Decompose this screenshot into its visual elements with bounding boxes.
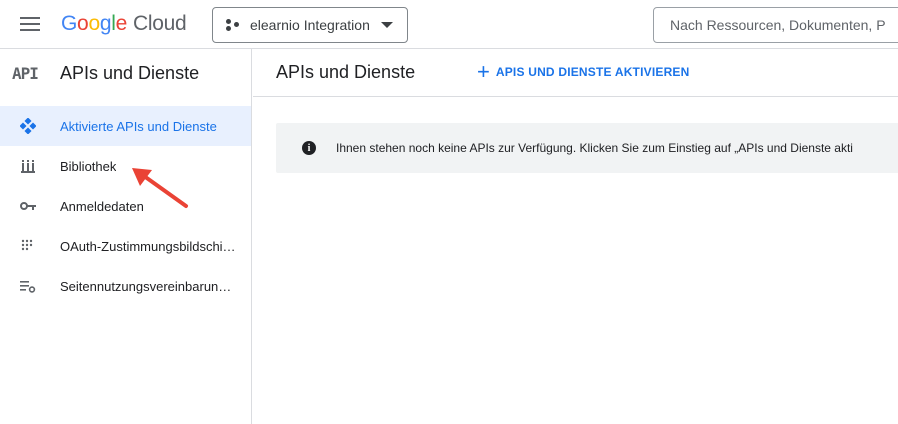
sidebar-item-label: Aktivierte APIs und Dienste <box>60 118 217 134</box>
sidebar-title: APIs und Dienste <box>60 62 200 83</box>
enable-apis-button[interactable]: + APIS UND DIENSTE AKTIVIEREN <box>477 59 690 84</box>
enable-apis-button-label: APIS UND DIENSTE AKTIVIEREN <box>495 65 690 79</box>
library-icon <box>20 158 36 174</box>
annotation-arrow-icon <box>132 168 188 208</box>
search-input[interactable] <box>670 17 898 33</box>
sidebar-item-enabled-apis[interactable]: Aktivierte APIs und Dienste <box>0 106 251 146</box>
search-bar[interactable] <box>653 7 898 43</box>
sidebar: API APIs und Dienste Aktivierte APIs und… <box>0 49 252 424</box>
project-icon <box>226 18 240 32</box>
plus-icon: + <box>477 59 490 84</box>
top-bar: Google Cloud elearnio Integration <box>0 0 898 49</box>
key-icon <box>20 198 36 214</box>
list-settings-icon <box>20 278 36 294</box>
api-icon: API <box>12 63 39 83</box>
chevron-down-icon <box>381 22 393 28</box>
main-header: APIs und Dienste + APIS UND DIENSTE AKTI… <box>253 49 898 97</box>
sidebar-item-page-usage-agreements[interactable]: Seitennutzungsvereinbarung… <box>0 266 251 306</box>
project-picker[interactable]: elearnio Integration <box>212 7 408 43</box>
sidebar-item-label: OAuth-Zustimmungsbildschi… <box>60 238 236 254</box>
info-message: Ihnen stehen noch keine APIs zur Verfügu… <box>336 141 853 155</box>
sidebar-header: API APIs und Dienste <box>0 49 251 97</box>
api-diamond-icon <box>20 118 36 134</box>
sidebar-item-oauth-consent[interactable]: OAuth-Zustimmungsbildschi… <box>0 226 251 266</box>
main-menu-icon[interactable] <box>20 17 40 31</box>
info-icon: i <box>302 141 316 155</box>
page-title: APIs und Dienste <box>276 62 416 82</box>
oauth-dots-icon <box>20 238 36 254</box>
sidebar-item-label: Bibliothek <box>60 158 117 174</box>
info-banner: i Ihnen stehen noch keine APIs zur Verfü… <box>276 123 898 173</box>
project-name: elearnio Integration <box>250 17 370 33</box>
google-cloud-logo[interactable]: Google Cloud <box>61 12 187 36</box>
sidebar-item-label: Seitennutzungsvereinbarung… <box>60 278 236 294</box>
main-content: APIs und Dienste + APIS UND DIENSTE AKTI… <box>253 49 898 424</box>
